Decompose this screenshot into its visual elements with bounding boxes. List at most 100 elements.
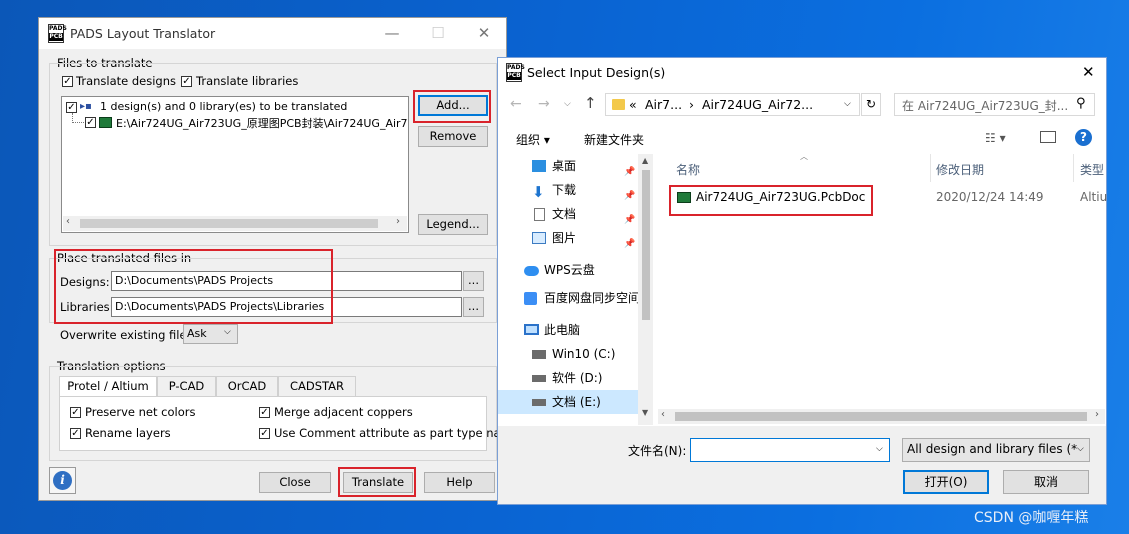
add-button[interactable]: Add... [418,95,488,116]
column-name[interactable]: 名称 [676,161,700,178]
address-crumb-2[interactable]: Air724UG_Air72... [702,97,813,112]
close-window-icon[interactable]: ✕ [461,18,507,49]
cancel-button[interactable]: 取消 [1003,470,1089,494]
pads-titlebar[interactable]: PADS PCB PADS Layout Translator — ☐ ✕ [39,18,506,49]
pcb-file-icon [99,117,112,128]
nav-sidebar: 桌面 📌 ⬇ 下载 📌 文档 📌 图片 📌 WPS云盘 百度网盘同步空间 此电脑… [498,154,652,425]
tree-child-checkbox[interactable]: ✓ [85,117,96,128]
sidebar-label: Win10 (C:) [552,347,616,361]
address-bar[interactable]: « Air7... › Air724UG_Air72... ⌵ [605,93,860,116]
close-button[interactable]: Close [259,472,331,493]
view-options-icon[interactable]: ☷ ▾ [985,131,1006,145]
scroll-right-icon[interactable]: › [396,216,400,227]
recent-chevron-icon[interactable]: ⌵ [564,99,571,109]
tab-cadstar[interactable]: CADSTAR [278,376,356,396]
scroll-up-icon[interactable]: ▲ [642,156,648,165]
comment-attribute-checkbox[interactable]: ✓ [259,428,270,439]
translate-designs-label: Translate designs [76,74,177,88]
column-divider [930,154,931,182]
sidebar-item-baidu-sync[interactable]: 百度网盘同步空间 [498,286,640,310]
preview-pane-icon[interactable] [1040,131,1056,143]
filename-input[interactable]: ⌵ [690,438,890,462]
file-row[interactable]: Air724UG_Air723UG.PcbDoc 2020/12/24 14:4… [674,188,1108,208]
designs-browse-button[interactable]: ... [463,271,484,291]
tree-hscrollbar[interactable]: ‹ › [63,216,407,231]
organize-menu[interactable]: 组织 ▾ [516,131,550,148]
design-tree[interactable]: ✓ ▸▪ 1 design(s) and 0 library(es) to be… [61,96,409,233]
dialog-footer: 文件名(N): ⌵ All design and library files (… [498,426,1106,504]
pads-translator-window: PADS PCB PADS Layout Translator — ☐ ✕ Fil… [38,17,519,501]
designs-path-input[interactable]: D:\Documents\PADS Projects [111,271,462,291]
sidebar-item-wps-cloud[interactable]: WPS云盘 [498,258,638,282]
address-overflow[interactable]: « [629,97,637,112]
pictures-icon [532,232,546,244]
translate-button[interactable]: Translate [343,472,413,493]
filelist-hscrollbar[interactable]: ‹ › [658,409,1105,424]
sidebar-item-this-pc[interactable]: 此电脑 [498,318,638,342]
maximize-icon[interactable]: ☐ [415,18,461,49]
minimize-icon[interactable]: — [369,18,415,49]
back-arrow-icon[interactable]: ← [510,96,522,112]
merge-coppers-label: Merge adjacent coppers [274,405,413,419]
sidebar-item-desktop[interactable]: 桌面 📌 [498,154,638,178]
preserve-net-colors-label: Preserve net colors [85,405,196,419]
scroll-thumb[interactable] [642,170,650,320]
search-box[interactable]: 在 Air724UG_Air723UG_封... ⚲ [894,93,1095,116]
tab-pcad[interactable]: P-CAD [157,376,216,396]
address-crumb-1[interactable]: Air7... [645,97,682,112]
sidebar-label: 此电脑 [544,323,581,337]
merge-coppers-checkbox[interactable]: ✓ [259,407,270,418]
column-date[interactable]: 修改日期 [936,161,984,178]
sidebar-item-drive-e[interactable]: 文档 (E:) [498,390,638,414]
filter-select[interactable]: All design and library files (* ⌵ [902,438,1090,462]
sidebar-vscrollbar[interactable]: ▲ ▼ [638,154,653,425]
preserve-net-colors-checkbox[interactable]: ✓ [70,407,81,418]
overwrite-select[interactable]: Ask ⌵ [183,324,238,344]
designs-label: Designs: [60,275,110,289]
help-button[interactable]: Help [424,472,495,493]
tree-line [72,122,84,124]
tree-child-label: E:\Air724UG_Air723UG_原理图PCB封装\Air724UG_A… [116,117,408,130]
tab-protel-altium[interactable]: Protel / Altium [59,376,157,397]
up-arrow-icon[interactable]: ↑ [584,94,597,112]
scroll-left-icon[interactable]: ‹ [66,216,70,227]
tab-orcad[interactable]: OrCAD [216,376,278,396]
libraries-browse-button[interactable]: ... [463,297,484,317]
search-icon: ⚲ [1076,96,1086,111]
new-folder-button[interactable]: 新建文件夹 [584,131,644,148]
libraries-path-input[interactable]: D:\Documents\PADS Projects\Libraries [111,297,462,317]
tree-root-checkbox[interactable]: ✓ [66,102,77,113]
scroll-thumb[interactable] [675,412,1087,421]
sidebar-item-pictures[interactable]: 图片 📌 [498,226,638,250]
translate-libraries-checkbox[interactable]: ✓ [181,76,192,87]
scroll-down-icon[interactable]: ▼ [642,408,648,417]
filename-dropdown-icon[interactable]: ⌵ [876,444,883,454]
sort-arrow-icon: ︿ [800,152,808,161]
search-placeholder: 在 Air724UG_Air723UG_封... [902,99,1069,113]
file-type: Altiu [1080,190,1108,204]
filter-value: All design and library files (* [907,442,1078,456]
remove-button[interactable]: Remove [418,126,488,147]
rename-layers-checkbox[interactable]: ✓ [70,428,81,439]
scroll-right-icon[interactable]: › [1095,409,1099,420]
column-type[interactable]: 类型 [1080,161,1104,178]
refresh-icon[interactable]: ↻ [861,93,881,116]
sidebar-item-downloads[interactable]: ⬇ 下载 📌 [498,178,638,202]
document-icon [534,208,545,221]
computer-icon [524,324,539,335]
help-icon[interactable]: ? [1075,129,1092,146]
forward-arrow-icon[interactable]: → [538,96,550,112]
open-button[interactable]: 打开(O) [903,470,989,494]
sidebar-item-drive-d[interactable]: 软件 (D:) [498,366,638,390]
address-dropdown-icon[interactable]: ⌵ [844,99,851,109]
sidebar-item-documents[interactable]: 文档 📌 [498,202,638,226]
dialog-close-icon[interactable]: ✕ [1082,63,1095,81]
sidebar-item-drive-c[interactable]: Win10 (C:) [498,342,638,366]
scroll-left-icon[interactable]: ‹ [661,409,665,420]
pads-window-title: PADS Layout Translator [70,26,216,41]
translate-designs-checkbox[interactable]: ✓ [62,76,73,87]
legend-button[interactable]: Legend... [418,214,488,235]
rename-layers-label: Rename layers [85,426,171,440]
info-button[interactable]: i [49,467,76,494]
scroll-thumb[interactable] [80,219,378,228]
